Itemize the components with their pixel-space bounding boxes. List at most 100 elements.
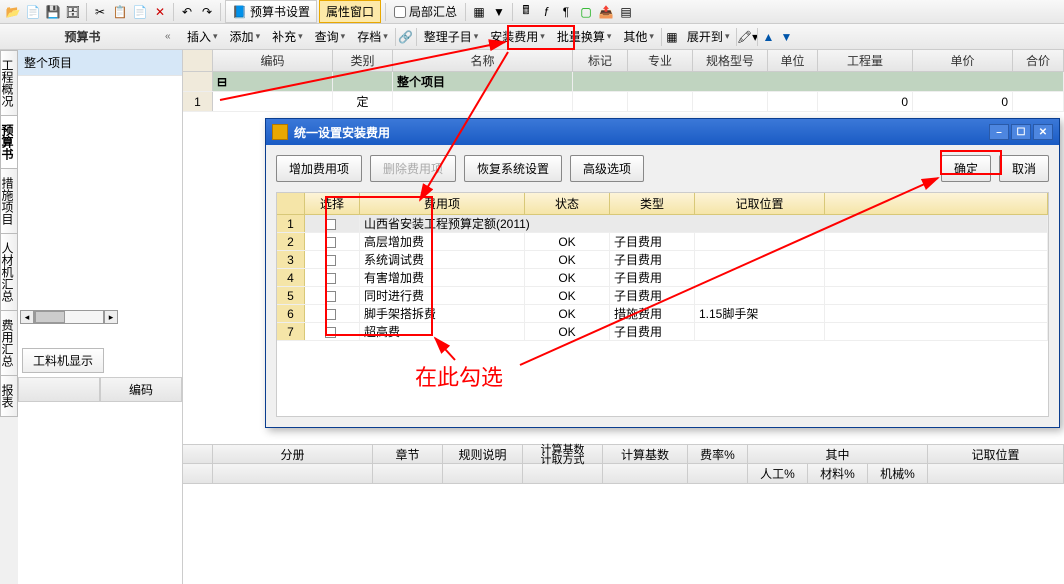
vtab-overview[interactable]: 工程概况 <box>0 50 18 116</box>
bh-chapter[interactable]: 章节 <box>373 445 443 463</box>
bh-rate[interactable]: 费率% <box>688 445 748 463</box>
add-fee-button[interactable]: 增加费用项 <box>276 155 362 182</box>
col-major[interactable]: 专业 <box>628 50 693 71</box>
dcol-select[interactable]: 选择 <box>305 193 360 214</box>
row-checkbox[interactable] <box>325 327 336 338</box>
menu-other[interactable]: 其他▾ <box>617 25 660 48</box>
bh-rule[interactable]: 规则说明 <box>443 445 523 463</box>
paste-icon[interactable]: 📄 <box>131 3 149 21</box>
copy-icon[interactable]: 📋 <box>111 3 129 21</box>
fx-icon[interactable]: f <box>537 3 555 21</box>
tree-hscrollbar[interactable]: ◂ ▸ <box>20 310 118 324</box>
dcol-pos[interactable]: 记取位置 <box>695 193 825 214</box>
mini-tab-material-display[interactable]: 工料机显示 <box>22 348 104 373</box>
row-checkbox[interactable] <box>325 255 336 266</box>
tool-icon-a[interactable]: ▦ <box>470 3 488 21</box>
redo-icon[interactable]: ↷ <box>198 3 216 21</box>
scroll-left-icon[interactable]: ◂ <box>20 310 34 324</box>
new-doc-icon[interactable]: 📄 <box>24 3 42 21</box>
dcol-status[interactable]: 状态 <box>525 193 610 214</box>
close-icon[interactable]: ✕ <box>1033 124 1053 140</box>
link-icon[interactable]: 🔗 <box>397 28 415 46</box>
col-code[interactable]: 编码 <box>213 50 333 71</box>
menu-supplement[interactable]: 补充▾ <box>266 25 309 48</box>
bh-mach[interactable]: 机械% <box>868 464 928 483</box>
menu-insert[interactable]: 插入▾ <box>181 25 224 48</box>
vtab-measures[interactable]: 措施项目 <box>0 168 18 234</box>
menu-expand-to[interactable]: 展开到▾ <box>681 25 736 48</box>
folder-open-icon[interactable]: 📂 <box>4 3 22 21</box>
vtab-budget[interactable]: 预算书 <box>0 115 18 169</box>
tree-panel-header: 预算书 <box>0 28 165 45</box>
row-checkbox[interactable] <box>325 309 336 320</box>
down-icon[interactable]: ▼ <box>777 28 795 46</box>
group-checkbox[interactable] <box>325 219 336 230</box>
para-icon[interactable]: ¶ <box>557 3 575 21</box>
dialog-group-row[interactable]: 1 山西省安装工程预算定额(2011) <box>277 215 1048 233</box>
row-checkbox[interactable] <box>325 291 336 302</box>
save-all-icon[interactable]: 🗄 <box>64 3 82 21</box>
export-icon[interactable]: 📤 <box>597 3 615 21</box>
bh-pos[interactable]: 记取位置 <box>928 445 1064 463</box>
grid-icon[interactable]: ▦ <box>663 28 681 46</box>
scroll-right-icon[interactable]: ▸ <box>104 310 118 324</box>
ok-button[interactable]: 确定 <box>941 155 991 182</box>
list-icon[interactable]: ▤ <box>617 3 635 21</box>
cut-icon[interactable]: ✂ <box>91 3 109 21</box>
col-uprice[interactable]: 单价 <box>913 50 1013 71</box>
dialog-fee-row[interactable]: 5同时进行费OK子目费用 <box>277 287 1048 305</box>
bh-basis[interactable]: 计算基数 <box>603 445 688 463</box>
vtab-fees[interactable]: 费用汇总 <box>0 310 18 376</box>
grid-group-row[interactable]: ⊟ 整个项目 <box>183 72 1064 92</box>
dialog-fee-row[interactable]: 7超高费OK子目费用 <box>277 323 1048 341</box>
calc-icon[interactable]: 🖩 <box>517 3 535 21</box>
budget-settings-button[interactable]: 📘 预算书设置 <box>225 0 317 23</box>
grid-data-row[interactable]: 1 定 0 0 <box>183 92 1064 112</box>
bh-labor[interactable]: 人工% <box>748 464 808 483</box>
dialog-titlebar[interactable]: 统一设置安装费用 – ☐ ✕ <box>266 119 1059 145</box>
save-icon[interactable]: 💾 <box>44 3 62 21</box>
undo-icon[interactable]: ↶ <box>178 3 196 21</box>
dcol-item[interactable]: 费用项 <box>360 193 525 214</box>
menu-query[interactable]: 查询▾ <box>309 25 352 48</box>
menu-batch-convert[interactable]: 批量换算▾ <box>551 25 618 48</box>
delete-icon[interactable]: ✕ <box>151 3 169 21</box>
dialog-fee-row[interactable]: 6脚手架搭拆费OK措施费用1.15脚手架 <box>277 305 1048 323</box>
tree-collapse-icon[interactable]: « <box>165 31 181 42</box>
minimize-icon[interactable]: – <box>989 124 1009 140</box>
dialog-fee-row[interactable]: 2高层增加费OK子目费用 <box>277 233 1048 251</box>
note-icon[interactable]: ▢ <box>577 3 595 21</box>
maximize-icon[interactable]: ☐ <box>1011 124 1031 140</box>
property-window-button[interactable]: 属性窗口 <box>319 0 381 23</box>
menu-archive[interactable]: 存档▾ <box>351 25 394 48</box>
tool-icon-b[interactable]: ▼ <box>490 3 508 21</box>
col-unit[interactable]: 单位 <box>768 50 818 71</box>
col-name[interactable]: 名称 <box>393 50 573 71</box>
col-spec[interactable]: 规格型号 <box>693 50 768 71</box>
row-checkbox[interactable] <box>325 237 336 248</box>
dialog-fee-row[interactable]: 4有害增加费OK子目费用 <box>277 269 1048 287</box>
vtab-reports[interactable]: 报表 <box>0 375 18 417</box>
col-total[interactable]: 合价 <box>1013 50 1064 71</box>
col-qty[interactable]: 工程量 <box>818 50 913 71</box>
advanced-options-button[interactable]: 高级选项 <box>570 155 644 182</box>
col-mark[interactable]: 标记 <box>573 50 628 71</box>
cancel-button[interactable]: 取消 <box>999 155 1049 182</box>
vtab-materials[interactable]: 人材机汇总 <box>0 233 18 311</box>
up-icon[interactable]: ▲ <box>759 28 777 46</box>
delete-fee-button: 删除费用项 <box>370 155 456 182</box>
row-checkbox[interactable] <box>325 273 336 284</box>
menu-organize-sub[interactable]: 整理子目▾ <box>418 25 485 48</box>
tree-root-item[interactable]: 整个项目 <box>18 50 182 76</box>
bh-fence[interactable]: 分册 <box>213 445 373 463</box>
bh-basis-method[interactable]: 计算基数计取方式 <box>523 445 603 463</box>
restore-defaults-button[interactable]: 恢复系统设置 <box>464 155 562 182</box>
menu-add[interactable]: 添加▾ <box>224 25 267 48</box>
dialog-fee-row[interactable]: 3系统调试费OK子目费用 <box>277 251 1048 269</box>
local-summary-checkbox[interactable]: 局部汇总 <box>390 3 461 20</box>
highlight-icon[interactable]: 🖍▾ <box>738 28 756 46</box>
bh-mat[interactable]: 材料% <box>808 464 868 483</box>
col-type[interactable]: 类别 <box>333 50 393 71</box>
menu-install-fee[interactable]: 安装费用▾ <box>484 25 551 48</box>
dcol-type[interactable]: 类型 <box>610 193 695 214</box>
